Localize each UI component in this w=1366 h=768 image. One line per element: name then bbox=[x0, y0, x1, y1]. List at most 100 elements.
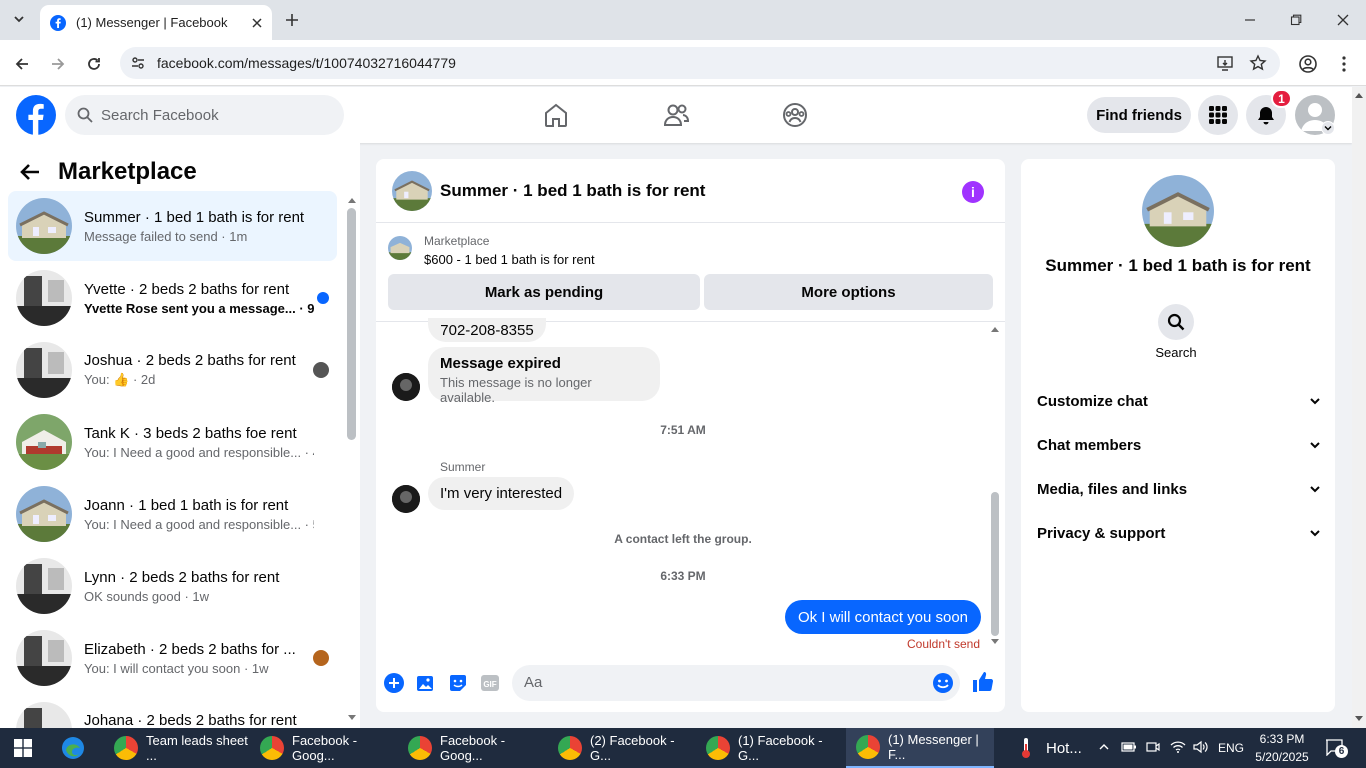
profile-icon bbox=[1299, 55, 1317, 73]
browser-tab-messenger[interactable]: (1) Messenger | Facebook bbox=[40, 5, 272, 40]
search-in-conversation-button[interactable] bbox=[1158, 304, 1194, 340]
chat-members-section[interactable]: Chat members bbox=[1037, 433, 1321, 457]
conversation-list-scrollbar[interactable] bbox=[347, 208, 356, 440]
back-arrow-icon[interactable] bbox=[20, 163, 40, 181]
conversation-tank-k[interactable]: Tank K · 3 beds 2 baths foe rent You: I N… bbox=[8, 407, 337, 477]
sender-avatar[interactable] bbox=[392, 373, 420, 401]
house-photo-icon bbox=[16, 414, 72, 470]
install-app-icon[interactable] bbox=[1216, 54, 1234, 72]
close-tab-icon[interactable] bbox=[252, 17, 262, 28]
facebook-search[interactable]: Search Facebook bbox=[65, 95, 344, 135]
menu-button[interactable] bbox=[1198, 95, 1238, 135]
arrow-right-icon bbox=[52, 58, 65, 70]
restore-button[interactable] bbox=[1284, 8, 1308, 32]
battery-tray[interactable] bbox=[1121, 741, 1137, 753]
emoji-button[interactable] bbox=[932, 672, 954, 694]
taskbar-task-1[interactable]: Facebook - Goog... bbox=[250, 728, 398, 768]
mark-as-pending-button[interactable]: Mark as pending bbox=[388, 274, 700, 310]
timestamp: 7:51 AM bbox=[660, 423, 706, 437]
new-tab-button[interactable] bbox=[282, 10, 302, 30]
sticker-button[interactable] bbox=[448, 673, 468, 693]
taskbar-task-2[interactable]: Facebook - Goog... bbox=[398, 728, 548, 768]
reload-button[interactable] bbox=[82, 52, 106, 76]
profile-button[interactable] bbox=[1296, 52, 1320, 76]
media-files-links-section[interactable]: Media, files and links bbox=[1037, 477, 1321, 501]
meet-tray[interactable] bbox=[1146, 740, 1160, 754]
phone-message[interactable]: 702-208-8355 bbox=[428, 318, 546, 342]
edge-taskbar-icon[interactable] bbox=[61, 736, 85, 760]
conversation-joshua[interactable]: Joshua · 2 beds 2 baths for rent You: 👍 ·… bbox=[8, 335, 337, 405]
listing-title[interactable]: $600 - 1 bed 1 bath is for rent bbox=[424, 252, 595, 267]
like-button[interactable] bbox=[971, 670, 995, 694]
facebook-logo[interactable] bbox=[16, 95, 56, 135]
input-language[interactable]: ENG bbox=[1218, 741, 1244, 755]
nav-friends[interactable] bbox=[661, 100, 691, 130]
chat-scroll-down[interactable] bbox=[990, 638, 1000, 646]
incoming-message[interactable]: I'm very interested bbox=[428, 477, 575, 510]
start-button[interactable] bbox=[14, 739, 32, 757]
details-avatar[interactable] bbox=[1142, 175, 1214, 247]
nav-groups[interactable] bbox=[780, 100, 810, 130]
chat-scroll-up[interactable] bbox=[990, 325, 1000, 333]
taskbar-task-4[interactable]: (1) Facebook - G... bbox=[696, 728, 846, 768]
chat-title[interactable]: Summer · 1 bed 1 bath is for rent bbox=[440, 181, 705, 201]
taskbar-clock[interactable]: 6:33 PM 5/20/2025 bbox=[1250, 730, 1314, 766]
conversation-name: Summer · 1 bed 1 bath is for rent bbox=[84, 208, 305, 226]
bookmark-star-icon[interactable] bbox=[1249, 54, 1267, 72]
expired-message[interactable]: Message expired This message is no longe… bbox=[428, 347, 660, 405]
find-friends-button[interactable]: Find friends bbox=[1087, 97, 1191, 133]
minimize-button[interactable] bbox=[1238, 8, 1262, 32]
conversation-elizabeth[interactable]: Elizabeth · 2 beds 2 baths for ... You: I… bbox=[8, 623, 337, 693]
gif-button[interactable]: GIF bbox=[480, 673, 500, 693]
room-thumbnail bbox=[16, 558, 72, 614]
reload-icon bbox=[88, 58, 100, 70]
forward-button[interactable] bbox=[46, 52, 70, 76]
wifi-tray[interactable] bbox=[1170, 740, 1186, 754]
conversation-joann[interactable]: Joann · 1 bed 1 bath is for rent You: I N… bbox=[8, 479, 337, 549]
omnibox[interactable]: facebook.com/messages/t/1007403271604477… bbox=[120, 47, 1280, 79]
conversation-yvette[interactable]: Yvette · 2 beds 2 baths for rent Yvette R… bbox=[8, 263, 337, 333]
conversation-lynn[interactable]: Lynn · 2 beds 2 baths for rent OK sounds … bbox=[8, 551, 337, 621]
conversation-info-icon[interactable]: i bbox=[962, 181, 984, 203]
close-window-button[interactable] bbox=[1331, 8, 1355, 32]
attach-photo-button[interactable] bbox=[416, 673, 436, 693]
more-options-button[interactable]: More options bbox=[704, 274, 993, 310]
chat-avatar[interactable] bbox=[392, 170, 432, 211]
volume-tray[interactable] bbox=[1193, 740, 1209, 754]
outgoing-message[interactable]: Ok I will contact you soon bbox=[785, 600, 981, 634]
taskbar-task-0[interactable]: Team leads sheet ... bbox=[104, 728, 250, 768]
tab-search-button[interactable] bbox=[6, 6, 32, 32]
conversation-johana[interactable]: Johana · 2 beds 2 baths for rent bbox=[8, 695, 337, 728]
privacy-support-section[interactable]: Privacy & support bbox=[1037, 521, 1321, 545]
account-chevron[interactable] bbox=[1321, 121, 1335, 135]
send-error[interactable]: Couldn't send bbox=[890, 637, 980, 651]
chrome-icon bbox=[856, 735, 880, 759]
house-thumbnail bbox=[16, 414, 72, 470]
page-scrollbar[interactable] bbox=[1352, 87, 1366, 728]
scroll-up-arrow[interactable] bbox=[347, 196, 357, 204]
arrow-left-icon bbox=[15, 58, 28, 70]
weather-widget[interactable]: Hot... bbox=[1018, 736, 1082, 760]
clock-date: 5/20/2025 bbox=[1255, 750, 1309, 764]
nav-home[interactable] bbox=[541, 100, 571, 130]
tray-overflow[interactable] bbox=[1098, 741, 1110, 753]
browser-menu-button[interactable] bbox=[1332, 52, 1356, 76]
marketplace-header: Marketplace bbox=[20, 158, 197, 186]
back-button[interactable] bbox=[10, 52, 34, 76]
more-actions-button[interactable] bbox=[384, 673, 404, 693]
seen-avatar bbox=[313, 650, 329, 666]
sender-avatar[interactable] bbox=[392, 485, 420, 513]
taskbar-task-5[interactable]: (1) Messenger | F... bbox=[846, 728, 994, 768]
scroll-down-arrow[interactable] bbox=[347, 714, 357, 722]
listing-thumbnail[interactable] bbox=[388, 236, 412, 260]
chrome-icon bbox=[114, 736, 138, 760]
details-name: Summer · 1 bed 1 bath is for rent bbox=[1045, 256, 1311, 275]
chat-header: Summer · 1 bed 1 bath is for rent bbox=[376, 159, 1005, 223]
conversation-summer[interactable]: Summer · 1 bed 1 bath is for rent Message… bbox=[8, 191, 337, 261]
kebab-menu-icon bbox=[1342, 56, 1346, 72]
notification-center[interactable]: 6 bbox=[1325, 738, 1348, 758]
customize-chat-section[interactable]: Customize chat bbox=[1037, 389, 1321, 413]
taskbar-task-3[interactable]: (2) Facebook - G... bbox=[548, 728, 696, 768]
chat-scrollbar[interactable] bbox=[991, 492, 999, 636]
message-input[interactable]: Aa bbox=[512, 665, 960, 701]
